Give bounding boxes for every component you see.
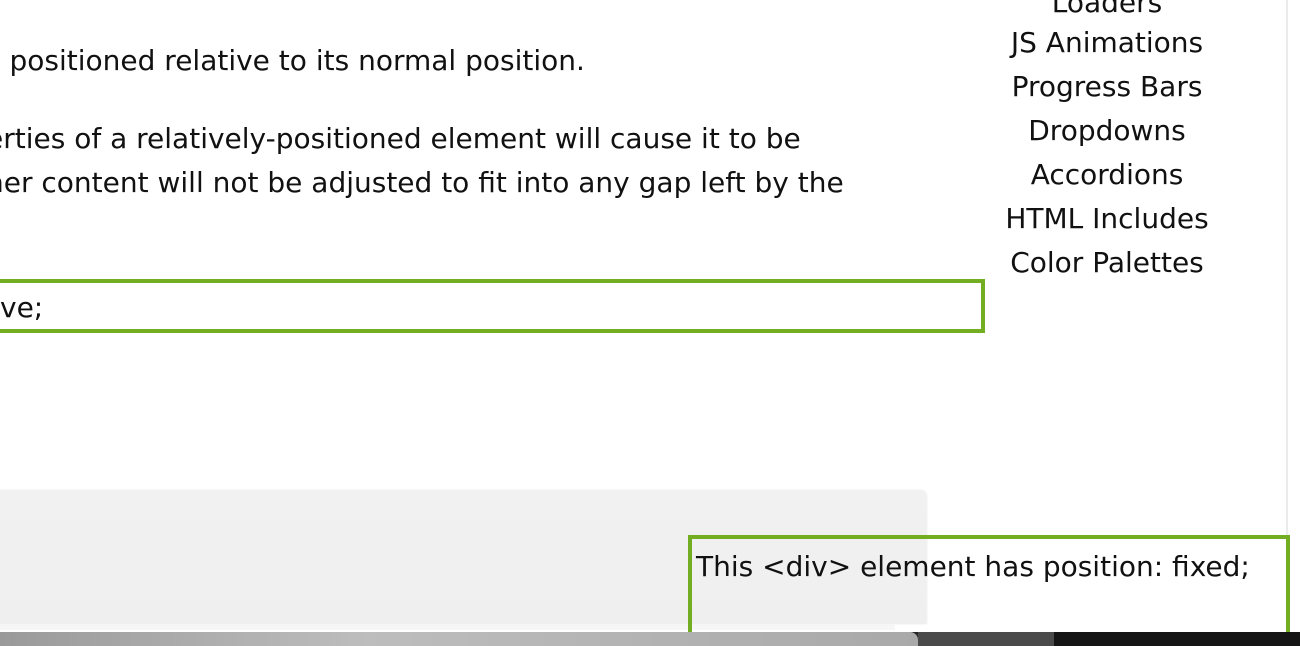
dock-bar xyxy=(0,632,1300,646)
paragraph-position-relative: s positioned relative to its normal posi… xyxy=(0,44,585,77)
sidebar-item-js-animations[interactable]: JS Animations xyxy=(968,21,1246,65)
sidebar-item-dropdowns[interactable]: Dropdowns xyxy=(968,109,1246,153)
paragraph-offset-line-1: erties of a relatively-positioned elemen… xyxy=(0,122,801,155)
sidebar-item-html-includes[interactable]: HTML Includes xyxy=(968,197,1246,241)
dock-segment xyxy=(1054,632,1300,646)
dock-segment xyxy=(0,632,918,646)
page: s positioned relative to its normal posi… xyxy=(0,0,1300,646)
sidebar-item-progress-bars[interactable]: Progress Bars xyxy=(968,65,1246,109)
fixed-positioned-div: This <div> element has position: fixed; xyxy=(688,535,1290,636)
sidebar-item-accordions[interactable]: Accordions xyxy=(968,153,1246,197)
paragraph-offset-line-2: her content will not be adjusted to fit … xyxy=(0,166,844,199)
relative-positioned-div: ve; xyxy=(0,279,985,333)
dock-segment xyxy=(918,632,1054,646)
sidebar-item-color-palettes[interactable]: Color Palettes xyxy=(968,241,1246,285)
relative-box-text: ve; xyxy=(0,291,44,324)
